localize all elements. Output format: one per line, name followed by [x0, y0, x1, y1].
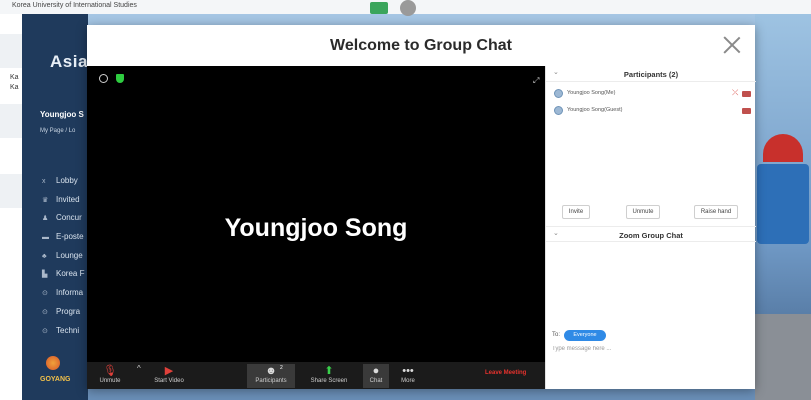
camera-off-icon	[742, 91, 751, 97]
participants-title: Participants (2)	[623, 70, 679, 79]
more-button[interactable]: ••• More	[395, 364, 421, 388]
meeting-toolbar: 🎙 Unmute ^ ▶ Start Video ☻ Participants …	[87, 362, 545, 389]
technical-icon: ⊙	[42, 327, 48, 335]
program-icon: ⊙	[42, 308, 48, 316]
left-content-edge: Ka Ka	[0, 14, 22, 400]
info-icon: ⊙	[42, 290, 48, 298]
poster-icon: ▬	[42, 234, 49, 242]
lounge-icon: ♣	[42, 252, 47, 260]
share-screen-icon: ⬆	[324, 365, 334, 377]
lobby-icon: x	[42, 178, 46, 185]
list-item	[0, 34, 22, 68]
logo-text: GOYANG	[40, 376, 71, 383]
brand-logo-text: Asia	[50, 52, 88, 71]
participant-row[interactable]: Youngjoo Song(Guest)	[554, 104, 751, 118]
participant-name: Youngjoo Song(Me)	[567, 90, 616, 96]
invite-button[interactable]: Invite	[562, 205, 590, 219]
grid-icon[interactable]	[370, 2, 388, 14]
people-icon: ♟	[42, 215, 49, 223]
audio-options-chevron-icon[interactable]: ^	[137, 364, 141, 373]
speaker-name: Youngjoo Song	[224, 214, 408, 242]
modal-title: Welcome to Group Chat	[330, 37, 512, 54]
close-icon[interactable]	[721, 34, 743, 56]
avatar	[554, 106, 563, 115]
breadcrumb[interactable]: My Page / Lo	[40, 128, 75, 134]
hall-booth	[757, 164, 809, 244]
profile-icon[interactable]	[400, 0, 416, 16]
camera-off-icon: ▶	[164, 365, 174, 377]
expand-icon[interactable]: ⤢	[533, 76, 539, 86]
modal-header: Welcome to Group Chat	[87, 25, 755, 66]
left-text: Ka	[10, 84, 19, 91]
participants-header: ⌄ Participants (2)	[546, 66, 756, 82]
mic-muted-icon: 🎙	[103, 365, 117, 377]
sidebar-user-name: Youngjoo S	[40, 110, 84, 119]
chat-title: Zoom Group Chat	[619, 231, 683, 240]
hall-floor	[755, 314, 811, 400]
participants-count: 2	[280, 365, 283, 371]
unmute-button[interactable]: 🎙 Unmute	[93, 364, 127, 388]
list-item	[0, 104, 22, 138]
shield-icon[interactable]	[116, 74, 124, 83]
avatar	[554, 89, 563, 98]
participant-name: Youngjoo Song(Guest)	[567, 107, 623, 113]
virtual-hall-scene	[755, 14, 811, 400]
hall-arch	[763, 134, 803, 162]
top-icons	[370, 0, 420, 16]
site-sidebar: Asia Youngjoo S My Page / Lo x Lobby ♛ Inv…	[22, 14, 88, 400]
participants-button[interactable]: ☻ Participants	[247, 364, 295, 388]
share-screen-button[interactable]: ⬆ Share Screen	[307, 364, 351, 388]
recipient-select[interactable]: Everyone	[564, 330, 606, 341]
start-video-button[interactable]: ▶ Start Video	[149, 364, 189, 388]
logo-mark-icon	[46, 356, 60, 370]
more-icon: •••	[402, 365, 414, 377]
people-icon: ☻	[265, 365, 277, 377]
side-panel: ⌄ Participants (2) Youngjoo Song(Me) ⤫ Y…	[545, 66, 756, 389]
info-icon[interactable]	[99, 74, 108, 83]
crown-icon: ♛	[42, 196, 49, 204]
leave-meeting-button[interactable]: Leave Meeting	[485, 370, 526, 376]
camera-off-icon	[742, 108, 751, 114]
raise-hand-button[interactable]: Raise hand	[694, 205, 738, 219]
page-top-text: Korea University of International Studie…	[12, 2, 137, 9]
mic-muted-icon: ⤫	[732, 88, 739, 97]
chat-icon: ●	[372, 365, 380, 377]
chat-message-input[interactable]	[552, 343, 750, 355]
goyang-logo: GOYANG	[40, 352, 90, 392]
group-chat-modal: Welcome to Group Chat ⤢ Youngjoo Song 🎙 …	[87, 25, 756, 389]
chat-header: ⌄ Zoom Group Chat	[546, 226, 756, 242]
chat-button[interactable]: ● Chat	[363, 364, 389, 388]
participant-row[interactable]: Youngjoo Song(Me) ⤫	[554, 87, 751, 101]
video-area: ⤢ Youngjoo Song 🎙 Unmute ^ ▶ Start Video…	[87, 66, 545, 389]
building-icon: ▙	[42, 271, 48, 279]
left-text: Ka	[10, 74, 19, 81]
chat-to-label: To:	[552, 332, 561, 338]
unmute-participant-button[interactable]: Unmute	[626, 205, 660, 219]
list-item	[0, 174, 22, 208]
